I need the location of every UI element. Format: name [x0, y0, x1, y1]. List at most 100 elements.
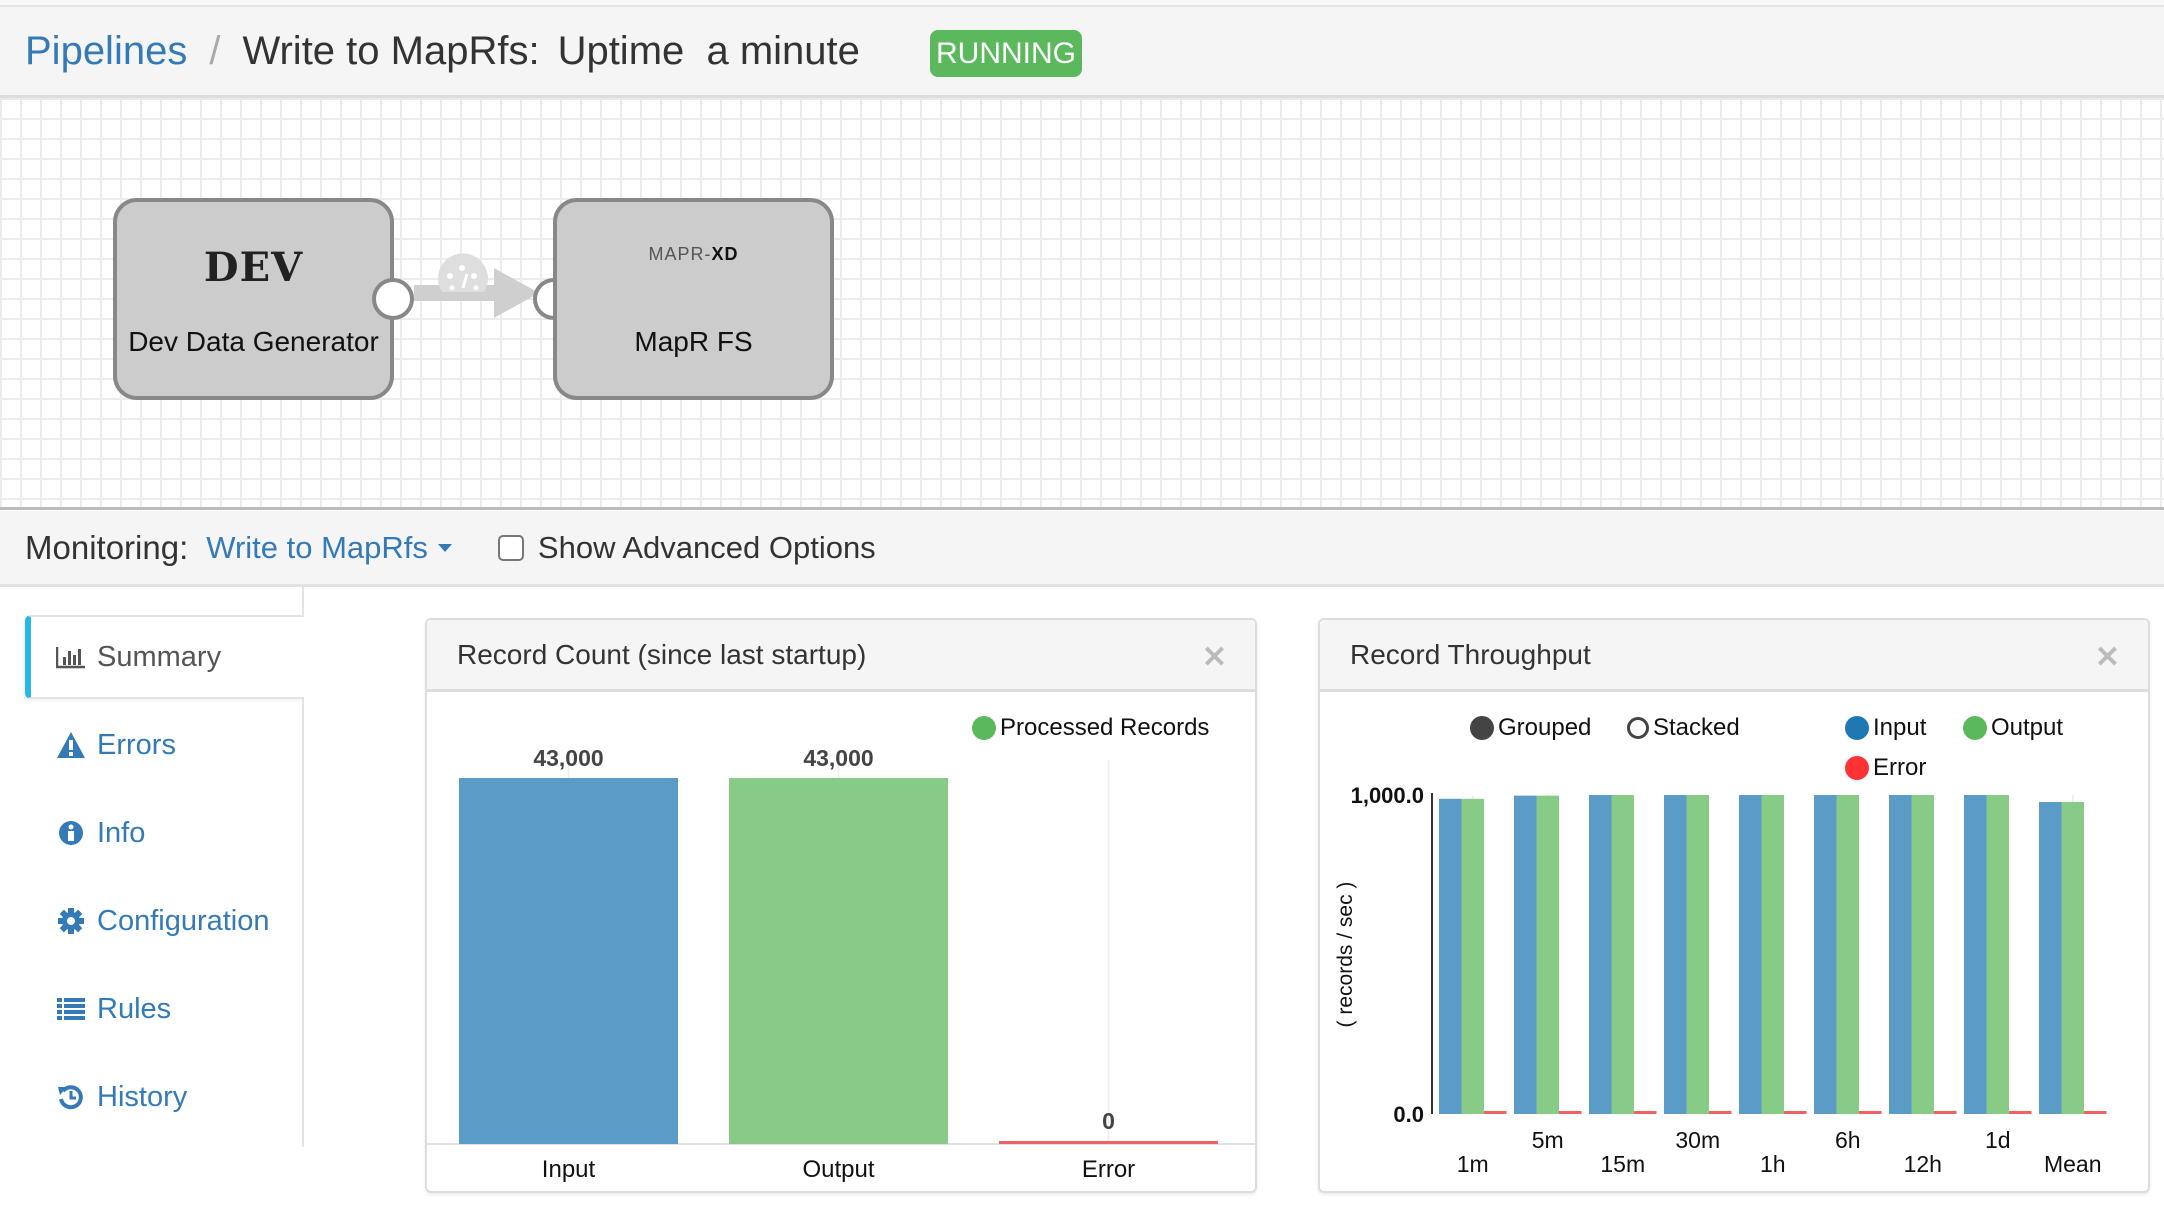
x-tick-label: Mean [2044, 1151, 2102, 1177]
output-port[interactable] [372, 278, 414, 320]
bar-input-1d [1964, 795, 1987, 1114]
show-advanced-options-checkbox[interactable] [497, 534, 524, 561]
legend-processed-records[interactable]: Processed Records [972, 714, 1209, 742]
sidebar-item-label: Summary [97, 640, 222, 673]
sidebar-item-errors[interactable]: Errors [25, 703, 304, 787]
x-tick-label: 1h [1760, 1151, 1786, 1177]
bar-input-1m [1439, 798, 1462, 1114]
top-strip [0, 0, 2164, 7]
bar-output-1d [1986, 795, 2009, 1114]
legend-dot [1845, 716, 1869, 740]
gauge-icon[interactable] [438, 253, 488, 292]
sidebar-item-label: Rules [97, 992, 172, 1025]
stage-node-mapr-fs[interactable]: MAPR-XD MapR FS [553, 198, 834, 400]
stage-label: MapR FS [634, 326, 753, 357]
legend-output[interactable]: Output [1963, 714, 2063, 742]
close-icon[interactable]: ✕ [2095, 640, 2120, 675]
monitoring-stage-dropdown[interactable]: Write to MapRfs [206, 530, 452, 566]
bar-input-1h [1739, 795, 1762, 1114]
legend-error[interactable]: Error [1845, 754, 1926, 782]
bar-error-1d [2009, 1111, 2032, 1114]
panel-title: Record Throughput [1350, 638, 1591, 670]
mapr-logo-text: MAPR- [648, 244, 712, 264]
sidebar-item-info[interactable]: Info [25, 791, 304, 875]
radio-selected-icon [1470, 716, 1494, 740]
sidebar-item-configuration[interactable]: Configuration [25, 879, 304, 963]
bar-error-12h [1934, 1111, 1957, 1114]
uptime-label: Uptime a minute [557, 29, 860, 73]
bar-error-30m [1709, 1111, 1732, 1114]
legend-label: Stacked [1653, 714, 1740, 741]
bar-output [729, 778, 948, 1144]
bar-error-mean [2084, 1111, 2107, 1114]
bar-input-5m [1514, 795, 1537, 1114]
bar-output-1m [1461, 798, 1484, 1114]
bar-output-mean [2061, 802, 2084, 1114]
legend-dot [972, 716, 996, 740]
stage-node-dev-data-generator[interactable]: DEV Dev Data Generator [113, 198, 394, 400]
pipeline-canvas[interactable]: DEV Dev Data Generator MAPR-XD MapR FS [0, 98, 2164, 510]
legend-dot [1845, 756, 1869, 780]
breadcrumb-pipelines-link[interactable]: Pipelines [25, 29, 187, 74]
show-advanced-options-label[interactable]: Show Advanced Options [538, 530, 876, 566]
legend-label: Error [1873, 754, 1927, 781]
sidebar-item-summary[interactable]: Summary [25, 615, 304, 699]
data-label: 0 [1102, 1108, 1115, 1134]
sidebar-item-label: Errors [97, 728, 176, 761]
legend-input[interactable]: Input [1845, 714, 1926, 742]
gear-icon [55, 906, 87, 936]
sidebar-item-label: History [97, 1080, 188, 1113]
x-tick-label: 15m [1600, 1151, 1645, 1177]
record-throughput-chart: 1,000.0 0.0 ( records / sec ) 1m 5m 15m 30m 1h 6… [1334, 783, 2107, 1177]
bar-output-30m [1686, 795, 1709, 1114]
stream-link[interactable] [414, 248, 544, 328]
y-axis-label: ( records / sec ) [1334, 882, 1357, 1028]
bar-input-15m [1589, 795, 1612, 1114]
breadcrumb-separator: / [209, 29, 221, 73]
bar-output-1h [1761, 795, 1784, 1114]
dev-icon: DEV [117, 244, 390, 291]
warning-icon [55, 730, 87, 760]
sidebar-item-label: Configuration [97, 904, 270, 937]
info-icon [55, 818, 87, 848]
xd-logo-text: XD [711, 244, 739, 264]
x-tick-label: Input [542, 1156, 596, 1183]
bar-error-15m [1634, 1111, 1657, 1114]
bar-input-12h [1889, 795, 1912, 1114]
mapr-xd-logo: MAPR-XD [557, 244, 830, 265]
monitoring-bar: Monitoring: Write to MapRfs Show Advance… [0, 511, 2164, 587]
y-tick-label: 0.0 [1393, 1102, 1424, 1127]
data-label: 43,000 [803, 750, 873, 771]
bar-input-mean [2039, 802, 2062, 1114]
x-tick-label: 12h [1904, 1151, 1942, 1177]
x-tick-label: 1d [1985, 1127, 2011, 1153]
close-icon[interactable]: ✕ [1202, 640, 1227, 675]
record-throughput-panel: Record Throughput ✕ Grouped Stacked Inpu… [1318, 618, 2150, 1193]
sidebar-item-rules[interactable]: Rules [25, 967, 304, 1051]
bar-error [999, 1141, 1218, 1144]
bar-error-1h [1784, 1111, 1807, 1114]
record-count-panel: Record Count (since last startup) ✕ Proc… [425, 618, 1257, 1193]
caret-down-icon [437, 543, 452, 552]
x-tick-label: 1m [1457, 1151, 1489, 1177]
bar-error-1m [1484, 1111, 1507, 1114]
grouped-radio[interactable]: Grouped [1470, 714, 1591, 742]
bar-error-5m [1559, 1111, 1582, 1114]
x-tick-label: 6h [1835, 1127, 1861, 1153]
monitoring-selected-value: Write to MapRfs [206, 529, 428, 565]
monitoring-sidebar: Summary Errors Info Configuration Rules … [0, 587, 304, 1147]
data-label: 43,000 [533, 750, 603, 771]
bar-input-30m [1664, 795, 1687, 1114]
stacked-radio[interactable]: Stacked [1627, 714, 1740, 742]
x-tick-label: 30m [1675, 1127, 1720, 1153]
list-icon [55, 994, 87, 1024]
y-tick-label: 1,000.0 [1351, 783, 1424, 808]
sidebar-item-history[interactable]: History [25, 1055, 304, 1139]
sidebar-item-label: Info [97, 816, 146, 849]
bar-output-15m [1611, 795, 1634, 1114]
bar-error-6h [1859, 1111, 1882, 1114]
legend-dot [1963, 716, 1987, 740]
bar-chart-icon [55, 642, 87, 672]
bar-output-5m [1536, 795, 1559, 1114]
x-tick-label: Output [802, 1156, 874, 1183]
